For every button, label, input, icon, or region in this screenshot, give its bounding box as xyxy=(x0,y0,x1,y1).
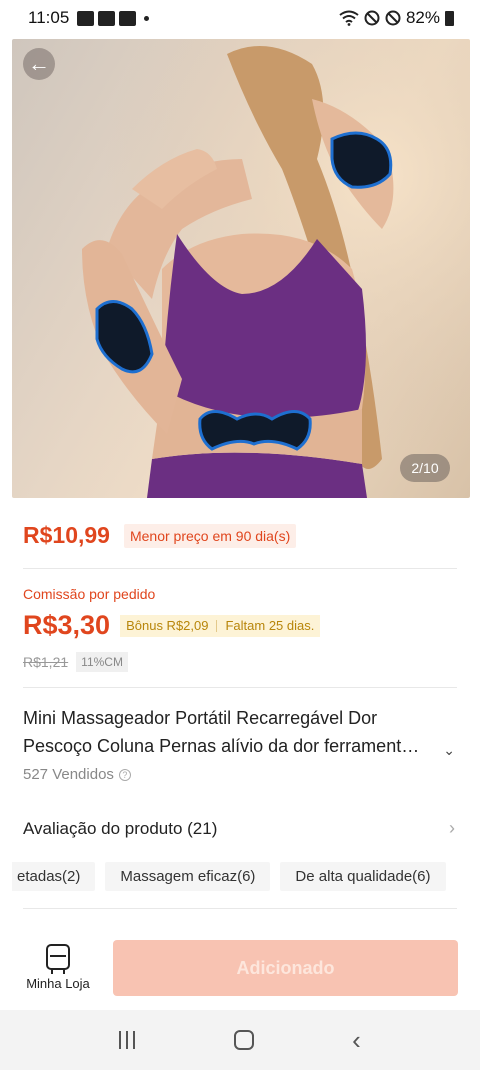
review-tag[interactable]: etadas(2) xyxy=(12,862,96,891)
gallery-icon xyxy=(77,10,95,26)
product-photo xyxy=(12,39,470,498)
bonus-amount: Bônus R$2,09 xyxy=(126,618,209,633)
old-commission-row: R$1,21 11%CM xyxy=(23,652,128,672)
added-button[interactable]: Adicionado xyxy=(113,940,458,996)
product-title-line1: Mini Massageador Portátil Recarregável D… xyxy=(23,708,378,728)
product-image-gallery[interactable]: ← 2/10 xyxy=(12,39,470,498)
block-icon xyxy=(364,10,380,26)
divider xyxy=(23,568,457,569)
current-price: R$10,99 xyxy=(23,522,110,548)
divider xyxy=(23,687,457,688)
bonus-tag: Bônus R$2,09 Faltam 25 dias. xyxy=(120,614,321,637)
voicemail-icon xyxy=(98,10,116,26)
battery-icon xyxy=(445,10,454,26)
voicemail-icon xyxy=(119,10,137,26)
bottom-action-bar: Minha Loja Adicionado xyxy=(0,938,480,1000)
sold-count-text: 527 Vendidos xyxy=(23,766,114,783)
chevron-right-icon: › xyxy=(449,818,455,838)
product-title[interactable]: Mini Massageador Portátil Recarregável D… xyxy=(23,704,455,760)
review-tags: etadas(2) Massagem eficaz(6) De alta qua… xyxy=(12,862,470,892)
status-bar: 11:05 82% xyxy=(0,0,480,36)
question-icon[interactable]: ? xyxy=(118,768,131,781)
old-commission-price: R$1,21 xyxy=(23,654,69,670)
review-tag[interactable]: De alta qualidade(6) xyxy=(280,862,446,891)
battery-percent: 82% xyxy=(405,8,440,27)
arrow-left-icon: ← xyxy=(28,51,50,76)
sold-count: 527 Vendidos ? xyxy=(23,766,131,783)
my-store-button[interactable]: Minha Loja xyxy=(18,944,98,998)
image-counter: 2/10 xyxy=(400,454,450,482)
home-icon[interactable] xyxy=(233,1030,254,1050)
commission-row: R$3,30 Bônus R$2,09 Faltam 25 dias. xyxy=(23,610,321,641)
divider xyxy=(23,908,457,909)
wifi-icon xyxy=(339,10,359,26)
commission-value: R$3,30 xyxy=(23,610,111,640)
my-store-label: Minha Loja xyxy=(26,976,90,991)
status-time: 11:05 xyxy=(28,8,70,27)
reviews-title: Avaliação do produto (21) xyxy=(23,818,218,838)
back-button[interactable]: ← xyxy=(23,48,55,80)
block-icon xyxy=(385,10,401,26)
store-icon xyxy=(46,944,70,974)
review-tag[interactable]: Massagem eficaz(6) xyxy=(105,862,271,891)
commission-rate-tag: 11%CM xyxy=(76,652,128,672)
recent-apps-icon[interactable] xyxy=(119,1031,136,1049)
price-row: R$10,99 Menor preço em 90 dia(s) xyxy=(23,522,297,549)
product-reviews-row[interactable]: Avaliação do produto (21) › xyxy=(23,818,455,839)
chevron-down-icon[interactable]: ⌄ xyxy=(443,736,455,764)
commission-label: Comissão por pedido xyxy=(23,586,156,602)
notification-dot-icon xyxy=(144,15,150,21)
back-nav-icon[interactable]: ‹ xyxy=(352,1027,361,1053)
system-nav-bar: ‹ xyxy=(0,1010,480,1070)
product-title-line2: Pescoço Coluna Pernas alívio da dor ferr… xyxy=(23,736,420,756)
days-left: Faltam 25 dias. xyxy=(225,618,315,633)
lowest-price-badge: Menor preço em 90 dia(s) xyxy=(123,523,297,548)
